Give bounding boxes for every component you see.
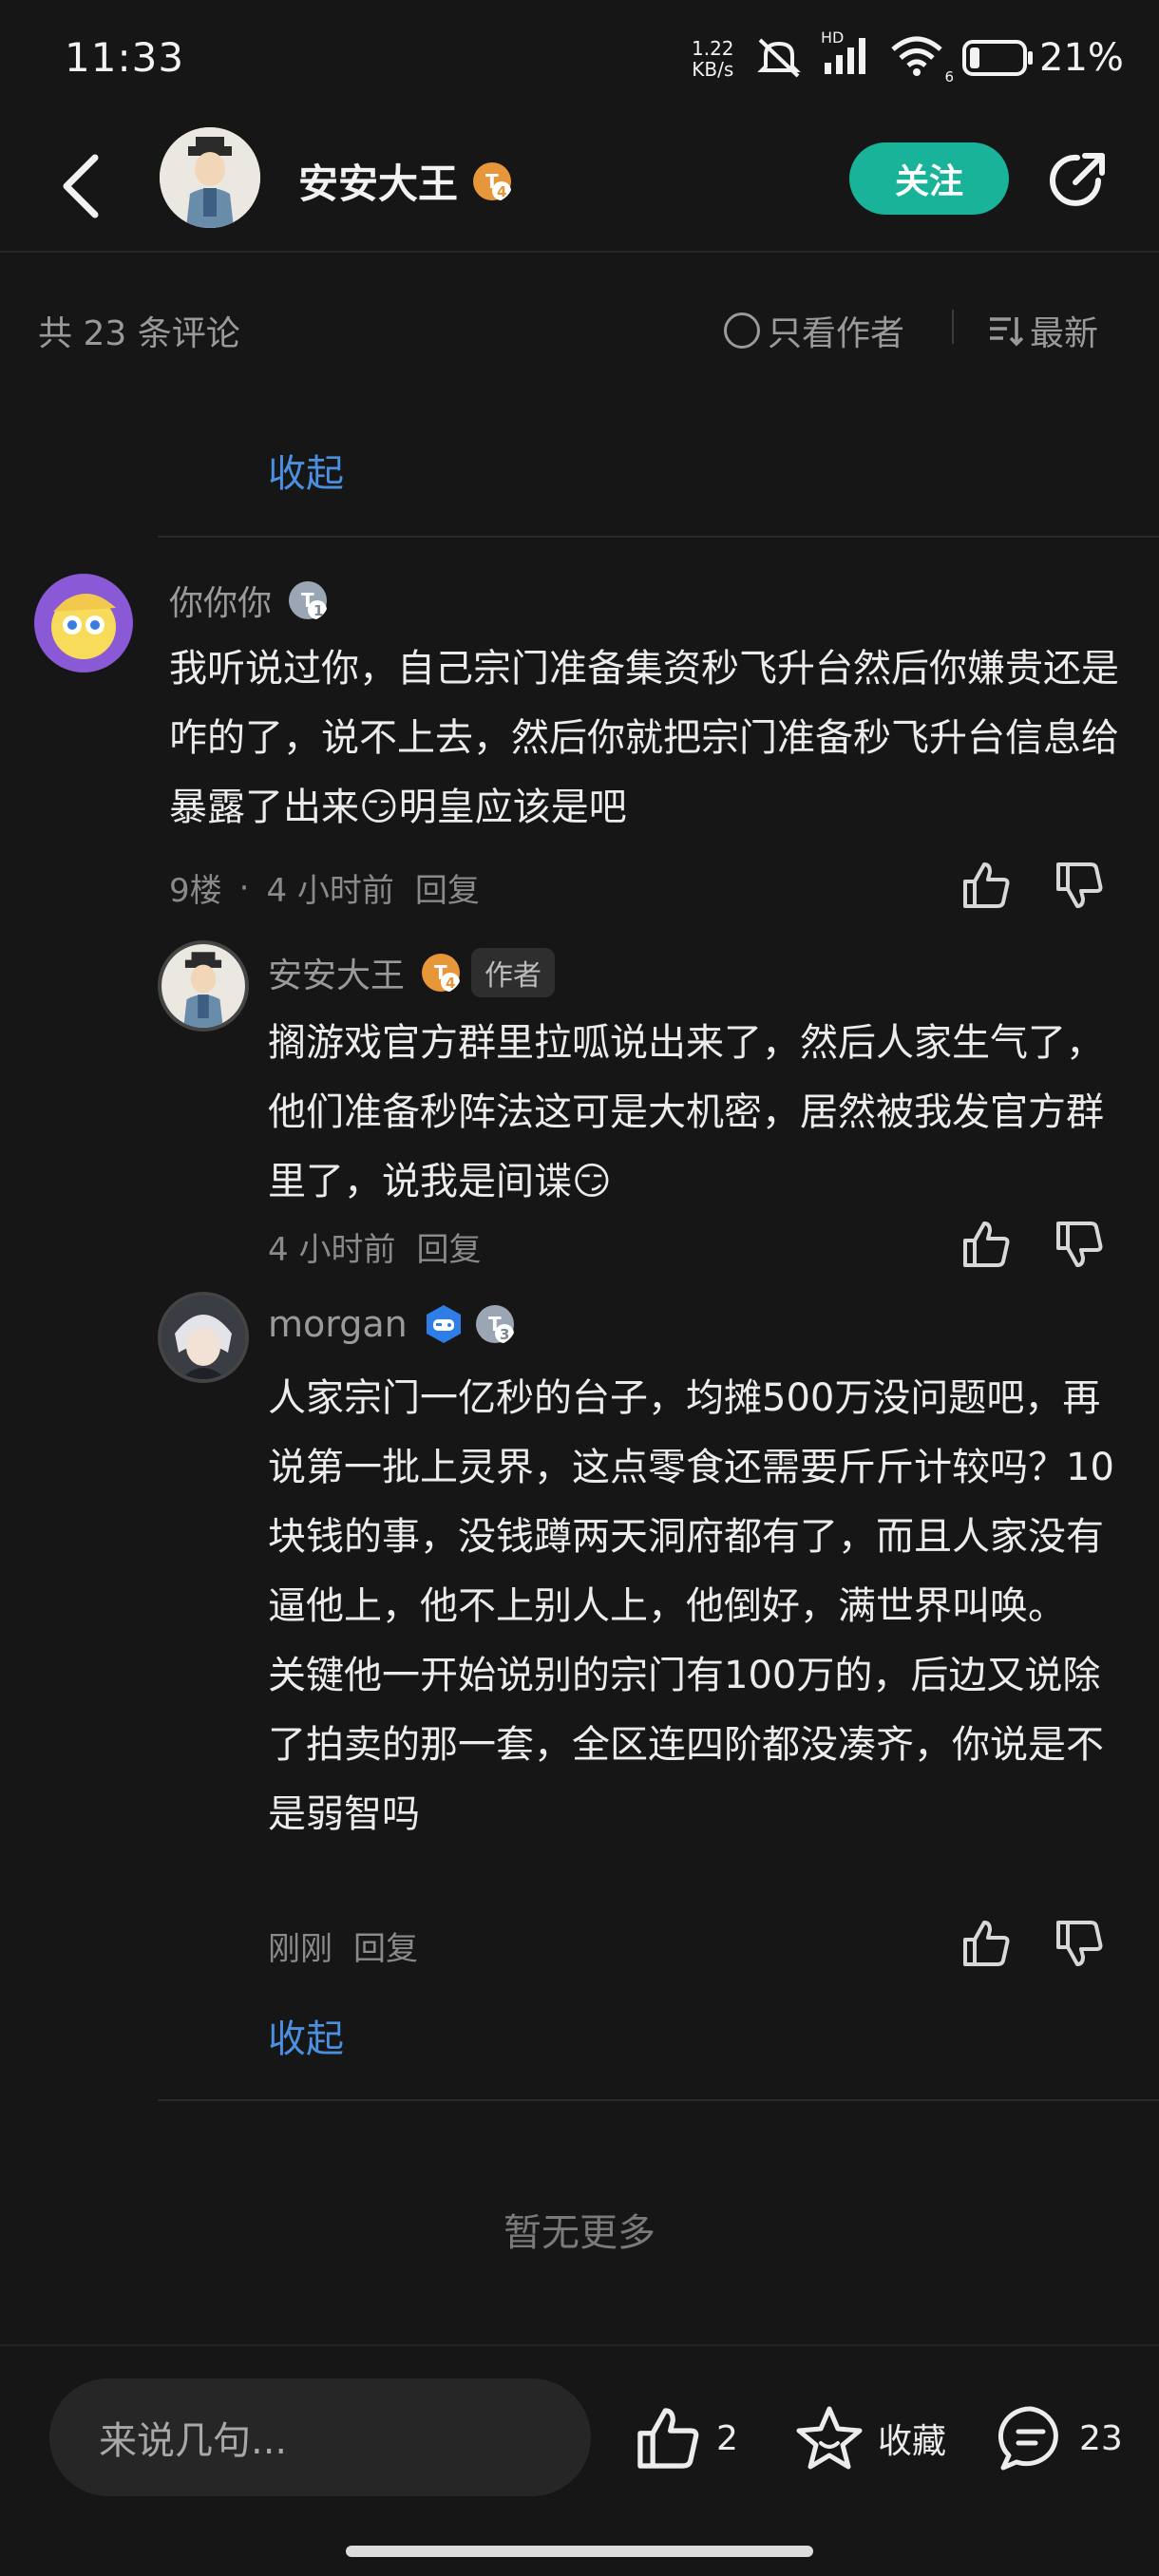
follow-button[interactable]: 关注 [849,142,1009,215]
star-icon [796,2406,863,2470]
thumbs-down-icon[interactable] [1053,1218,1106,1271]
mute-icon [757,38,801,78]
level-badge-icon: T 4 [473,161,512,200]
thumbs-up-icon[interactable] [960,1218,1013,1271]
comment-bubble-icon [998,2406,1058,2471]
comment-total: 23 [1079,2418,1123,2458]
reply-time: 刚刚 [268,1930,332,1968]
author-name: 安安大王 [298,161,459,207]
svg-text:4: 4 [497,183,506,200]
wifi-icon [891,36,942,76]
collapse-link[interactable]: 收起 [268,443,344,498]
comment-count: 共 23 条评论 [38,314,240,353]
only-author-label: 只看作者 [768,314,905,353]
svg-text:3: 3 [500,1326,509,1343]
like-button[interactable]: 2 [633,2403,738,2473]
avatar-cartoon-icon [34,574,133,672]
only-author-toggle[interactable]: 只看作者 [724,306,904,355]
author-tag: 作者 [471,948,556,997]
user-avatar[interactable] [34,574,133,672]
wifi-badge: 6 [944,68,954,85]
level-badge-icon: T 3 [475,1305,514,1343]
reply-username[interactable]: 安安大王 [268,948,405,997]
reply-username[interactable]: morgan [268,1303,408,1345]
sort-icon [990,317,1024,347]
collapse-link[interactable]: 收起 [268,2008,344,2063]
reply-header: morgan T 3 [268,1303,516,1345]
net-speed-unit: KB/s [692,58,734,81]
avatar-anime-icon [162,1296,245,1379]
reply-avatar[interactable] [158,1292,249,1383]
status-bar: 11:33 1.22 KB/s HD 6 21% [0,0,1159,123]
reply-meta: 4 小时前 回复 [268,1223,481,1270]
sort-button[interactable]: 最新 [986,306,1098,355]
level-badge-icon: T 1 [289,581,328,619]
like-count: 2 [716,2418,738,2458]
battery-percent: 21% [1039,36,1124,80]
reply-meta: 刚刚 回复 [268,1923,418,1969]
gamepad-badge-icon [426,1305,461,1343]
favorite-button[interactable]: 收藏 [794,2403,946,2473]
reply-button[interactable]: 回复 [415,864,480,911]
floor-number: 9楼 [169,872,222,910]
comments-button[interactable]: 23 [996,2403,1123,2473]
reply-text: 人家宗门一亿秒的台子，均摊500万没问题吧，再说第一批上灵界，这点零食还需要斤斤… [268,1364,1123,1849]
comment-time: 4 小时前 [266,872,394,910]
back-icon[interactable] [53,148,110,224]
comment-header: 你你你 T 1 [169,576,329,625]
net-speed: 1.22 KB/s [692,38,734,80]
home-indicator[interactable] [346,2546,813,2557]
wifi-status: 6 [889,34,954,85]
avatar-figure-icon [162,944,245,1028]
comment-meta: 9楼 · 4 小时前 回复 [169,864,480,911]
divider [158,536,1159,538]
reply-paragraph: 关键他一开始说别的宗门有100万的，后边又说除了拍卖的那一套，全区连四阶都没凑齐… [268,1654,1104,1836]
no-more-label: 暂无更多 [504,2211,656,2255]
comment-text: 我听说过你，自己宗门准备集资秒飞升台然后你嫌贵还是咋的了，说不上去，然后你就把宗… [169,647,1119,829]
author-name-row: 安安大王 T 4 [298,152,513,210]
author-avatar[interactable] [160,127,260,228]
meta-separator: · [238,868,250,907]
sort-label: 最新 [1030,314,1099,353]
thumbs-up-icon[interactable] [960,1917,1013,1970]
favorite-label: 收藏 [878,2422,947,2461]
reply-avatar[interactable] [158,940,249,1032]
reply-paragraph: 人家宗门一亿秒的台子，均摊500万没问题吧，再说第一批上灵界，这点零食还需要斤斤… [268,1376,1114,1628]
thumbs-down-icon[interactable] [1053,1917,1106,1970]
avatar-figure-icon [160,127,260,228]
level-badge-icon: T 4 [422,954,461,992]
reply-text: 搁游戏官方群里拉呱说出来了，然后人家生气了，他们准备秒阵法这可是大机密，居然被我… [268,1021,1104,1203]
cellular-signal: HD [821,28,872,82]
battery-icon [962,40,1033,76]
reply-button[interactable]: 回复 [416,1223,481,1270]
comment-input[interactable]: 来说几句... [49,2378,591,2496]
reply-button[interactable]: 回复 [353,1923,418,1969]
net-speed-value: 1.22 [692,37,734,60]
status-icons: HD 6 [754,28,1036,85]
filter-divider [952,310,954,344]
svg-text:4: 4 [446,975,455,992]
share-icon[interactable] [1043,146,1112,215]
svg-text:1: 1 [314,602,323,619]
divider [158,2099,1159,2101]
thumbs-up-icon[interactable] [960,859,1013,912]
clock: 11:33 [65,34,185,81]
thumbs-up-icon [637,2408,699,2469]
radio-circle-icon [724,313,760,349]
thumbs-down-icon[interactable] [1053,859,1106,912]
reply-time: 4 小时前 [268,1231,396,1269]
comment-username[interactable]: 你你你 [169,576,272,625]
signal-badge: HD [821,28,845,47]
reply-header: 安安大王 T 4 作者 [268,948,556,997]
